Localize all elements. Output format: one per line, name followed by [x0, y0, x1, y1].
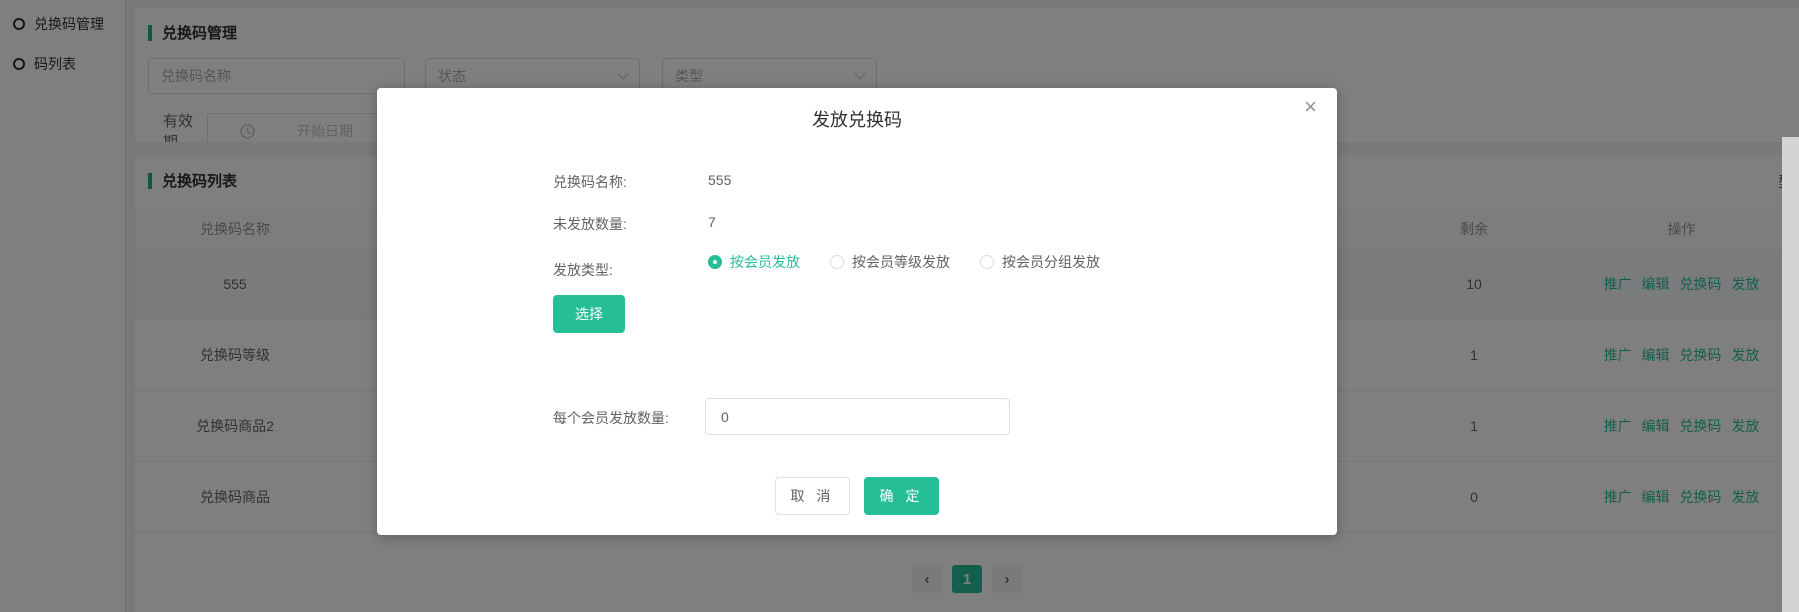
radio-icon [830, 255, 844, 269]
dialog-footer: 取 消 确 定 [377, 477, 1337, 515]
issue-type-radio[interactable]: 按会员发放 [708, 252, 800, 272]
per-member-qty-input[interactable]: 0 [705, 398, 1010, 435]
code-name-value: 555 [708, 172, 731, 188]
confirm-button[interactable]: 确 定 [864, 477, 939, 515]
unissued-qty-value: 7 [708, 214, 716, 230]
unissued-qty-label: 未发放数量: [553, 214, 627, 234]
code-name-label: 兑换码名称: [553, 172, 627, 192]
radio-icon [708, 255, 722, 269]
per-member-qty-value: 0 [721, 409, 729, 425]
issue-type-radio[interactable]: 按会员分组发放 [980, 252, 1100, 272]
radio-icon [980, 255, 994, 269]
radio-label: 按会员分组发放 [1002, 252, 1100, 272]
per-member-qty-label: 每个会员发放数量: [553, 408, 669, 428]
dialog-title: 发放兑换码 [377, 106, 1337, 132]
close-icon[interactable]: × [1304, 96, 1317, 118]
issue-code-dialog: 发放兑换码 × 兑换码名称: 555 未发放数量: 7 发放类型: 按会员发放 … [377, 88, 1337, 535]
radio-label: 按会员等级发放 [852, 252, 950, 272]
cancel-button[interactable]: 取 消 [775, 477, 850, 515]
issue-type-radio[interactable]: 按会员等级发放 [830, 252, 950, 272]
issue-type-label: 发放类型: [553, 260, 613, 280]
select-members-button[interactable]: 选择 [553, 295, 625, 333]
radio-label: 按会员发放 [730, 252, 800, 272]
vertical-scrollbar[interactable] [1782, 137, 1799, 612]
issue-type-radio-group: 按会员发放 按会员等级发放 按会员分组发放 [708, 252, 1130, 272]
